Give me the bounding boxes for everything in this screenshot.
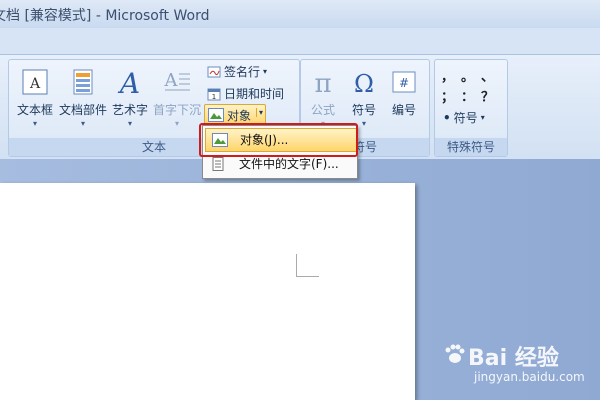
wordart-button[interactable]: A 艺术字 ▾ bbox=[109, 62, 151, 134]
chevron-down-icon: ▾ bbox=[480, 113, 485, 122]
omega-icon: Ω bbox=[354, 70, 374, 98]
dropcap-label: 首字下沉 bbox=[152, 103, 201, 117]
more-symbols-label: 符号 bbox=[453, 111, 478, 125]
document-page[interactable] bbox=[0, 183, 415, 400]
ribbon-tab-strip bbox=[0, 28, 600, 54]
textbox-button[interactable]: A 文本框 ▾ bbox=[13, 62, 57, 134]
number-button[interactable]: # 编号 bbox=[385, 62, 423, 134]
title-bar: 文档 [兼容模式] - Microsoft Word bbox=[0, 0, 600, 28]
symbol-colon[interactable]: ： bbox=[461, 86, 474, 105]
symbol-period[interactable]: 。 bbox=[461, 66, 474, 85]
textbox-label: 文本框 bbox=[16, 103, 53, 117]
svg-text:1: 1 bbox=[212, 93, 216, 101]
quickparts-icon bbox=[73, 69, 93, 95]
signature-icon bbox=[207, 66, 221, 78]
window-title: 文档 [兼容模式] - Microsoft Word bbox=[0, 8, 210, 24]
paw-icon bbox=[445, 344, 465, 363]
symbol-semicolon[interactable]: ； bbox=[441, 86, 454, 105]
watermark: Bai 经验 jingyan.baidu.com bbox=[440, 338, 590, 394]
svg-text:A: A bbox=[117, 68, 140, 96]
dropcap-button[interactable]: A 首字下沉 ▾ bbox=[151, 62, 203, 134]
svg-text:A: A bbox=[164, 70, 179, 91]
quickparts-button[interactable]: 文档部件 ▾ bbox=[57, 62, 109, 134]
dropcap-icon: A bbox=[164, 70, 190, 91]
svg-text:Ω: Ω bbox=[354, 70, 374, 96]
watermark-site: jingyan.baidu.com bbox=[474, 370, 585, 384]
symbol-enum-comma[interactable]: 、 bbox=[481, 66, 494, 85]
svg-text:π: π bbox=[314, 69, 331, 96]
pi-icon: π bbox=[314, 69, 331, 99]
wordart-icon: A bbox=[117, 67, 140, 100]
textbox-icon: A bbox=[22, 69, 48, 95]
datetime-button[interactable]: 1 日期和时间 bbox=[207, 84, 284, 104]
special-symbols-group: ， 。 、 ； ： ？ • 符号 ▾ 特殊符号 bbox=[434, 59, 508, 157]
special-symbols-group-label: 特殊符号 bbox=[435, 138, 507, 156]
object-label: 对象 bbox=[227, 109, 252, 123]
chevron-down-icon: ▾ bbox=[80, 119, 85, 128]
chevron-down-icon: ▾ bbox=[174, 119, 179, 128]
equation-label: 公式 bbox=[310, 103, 335, 117]
datetime-label: 日期和时间 bbox=[224, 87, 285, 101]
number-icon: # bbox=[392, 71, 416, 93]
chevron-down-icon[interactable]: ▾ bbox=[255, 108, 263, 117]
highlight-annotation bbox=[199, 123, 358, 157]
calendar-icon: 1 bbox=[207, 88, 221, 101]
more-symbols-button[interactable]: • 符号 ▾ bbox=[443, 108, 485, 128]
symbol-question[interactable]: ？ bbox=[481, 86, 494, 105]
wordart-label: 艺术字 bbox=[111, 103, 148, 117]
svg-text:A: A bbox=[29, 76, 41, 92]
svg-text:#: # bbox=[399, 76, 409, 90]
signature-line-button[interactable]: 签名行 ▾ bbox=[207, 62, 267, 82]
signature-label: 签名行 bbox=[224, 65, 261, 79]
chevron-down-icon: ▾ bbox=[263, 67, 268, 76]
number-label: 编号 bbox=[391, 103, 416, 117]
bullet-icon: • bbox=[443, 111, 451, 125]
symbol-label: 符号 bbox=[351, 103, 376, 117]
document-icon bbox=[212, 157, 224, 171]
page-corner-mark bbox=[296, 254, 319, 277]
symbol-comma[interactable]: ， bbox=[441, 66, 454, 85]
chevron-down-icon: ▾ bbox=[127, 119, 132, 128]
watermark-brand: Bai 经验 bbox=[468, 346, 559, 371]
object-icon bbox=[208, 108, 224, 122]
quickparts-label: 文档部件 bbox=[58, 103, 107, 117]
chevron-down-icon: ▾ bbox=[32, 119, 37, 128]
